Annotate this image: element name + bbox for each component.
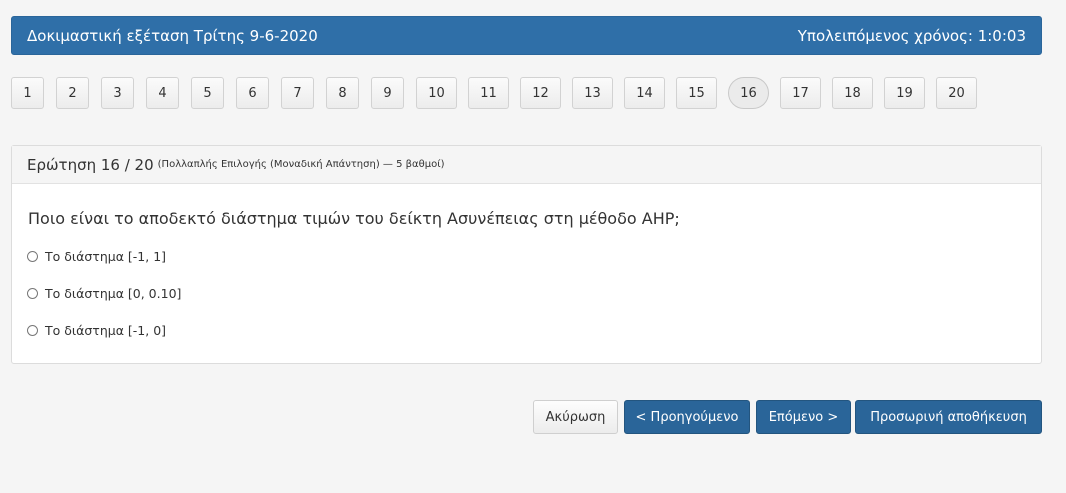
question-nav-button-6[interactable]: 6 (236, 77, 269, 109)
question-nav-button-9[interactable]: 9 (371, 77, 404, 109)
previous-button[interactable]: < Προηγούμενο (624, 400, 750, 434)
exam-page: Δοκιμαστική εξέταση Τρίτης 9-6-2020 Υπολ… (0, 0, 1066, 493)
question-nav-button-2[interactable]: 2 (56, 77, 89, 109)
question-nav-button-18[interactable]: 18 (832, 77, 873, 109)
cancel-button[interactable]: Ακύρωση (533, 400, 618, 434)
question-nav-button-4[interactable]: 4 (146, 77, 179, 109)
time-remaining: Υπολειπόμενος χρόνος: 1:0:03 (797, 26, 1026, 45)
question-nav-button-5[interactable]: 5 (191, 77, 224, 109)
question-nav-button-3[interactable]: 3 (101, 77, 134, 109)
question-nav-button-12[interactable]: 12 (520, 77, 561, 109)
question-nav-button-14[interactable]: 14 (624, 77, 665, 109)
question-nav-button-16-current[interactable]: 16 (728, 77, 769, 109)
answer-option-label: Το διάστημα [0, 0.10] (45, 286, 182, 301)
exam-header: Δοκιμαστική εξέταση Τρίτης 9-6-2020 Υπολ… (11, 16, 1042, 55)
question-nav-button-11[interactable]: 11 (468, 77, 509, 109)
question-number: Ερώτηση 16 / 20 (27, 155, 154, 174)
question-nav-button-8[interactable]: 8 (326, 77, 359, 109)
answer-option-label: Το διάστημα [-1, 1] (45, 249, 167, 264)
radio-button[interactable] (27, 325, 38, 336)
answer-option-3[interactable]: Το διάστημα [-1, 0] (27, 323, 166, 338)
answer-option-label: Το διάστημα [-1, 0] (45, 323, 167, 338)
next-button[interactable]: Επόμενο > (756, 400, 851, 434)
question-nav-button-1[interactable]: 1 (11, 77, 44, 109)
question-heading: Ερώτηση 16 / 20 (Πολλαπλής Επιλογής (Μον… (12, 146, 1041, 184)
radio-button[interactable] (27, 288, 38, 299)
temporary-save-button[interactable]: Προσωρινή αποθήκευση (855, 400, 1042, 434)
question-panel: Ερώτηση 16 / 20 (Πολλαπλής Επιλογής (Μον… (11, 145, 1042, 364)
question-nav-button-13[interactable]: 13 (572, 77, 613, 109)
question-nav-button-19[interactable]: 19 (884, 77, 925, 109)
question-type-points: (Πολλαπλής Επιλογής (Μοναδική Απάντηση) … (157, 159, 445, 170)
exam-title: Δοκιμαστική εξέταση Τρίτης 9-6-2020 (27, 26, 318, 45)
radio-button[interactable] (27, 251, 38, 262)
answer-option-2[interactable]: Το διάστημα [0, 0.10] (27, 286, 181, 301)
question-nav-button-20[interactable]: 20 (936, 77, 977, 109)
answer-option-1[interactable]: Το διάστημα [-1, 1] (27, 249, 166, 264)
question-nav-button-10[interactable]: 10 (416, 77, 457, 109)
question-nav-button-7[interactable]: 7 (281, 77, 314, 109)
question-text: Ποιο είναι το αποδεκτό διάστημα τιμών το… (28, 209, 680, 228)
question-navigation: 1 2 3 4 5 6 7 8 9 10 11 12 13 14 15 16 1… (11, 76, 988, 110)
question-nav-button-17[interactable]: 17 (780, 77, 821, 109)
question-nav-button-15[interactable]: 15 (676, 77, 717, 109)
